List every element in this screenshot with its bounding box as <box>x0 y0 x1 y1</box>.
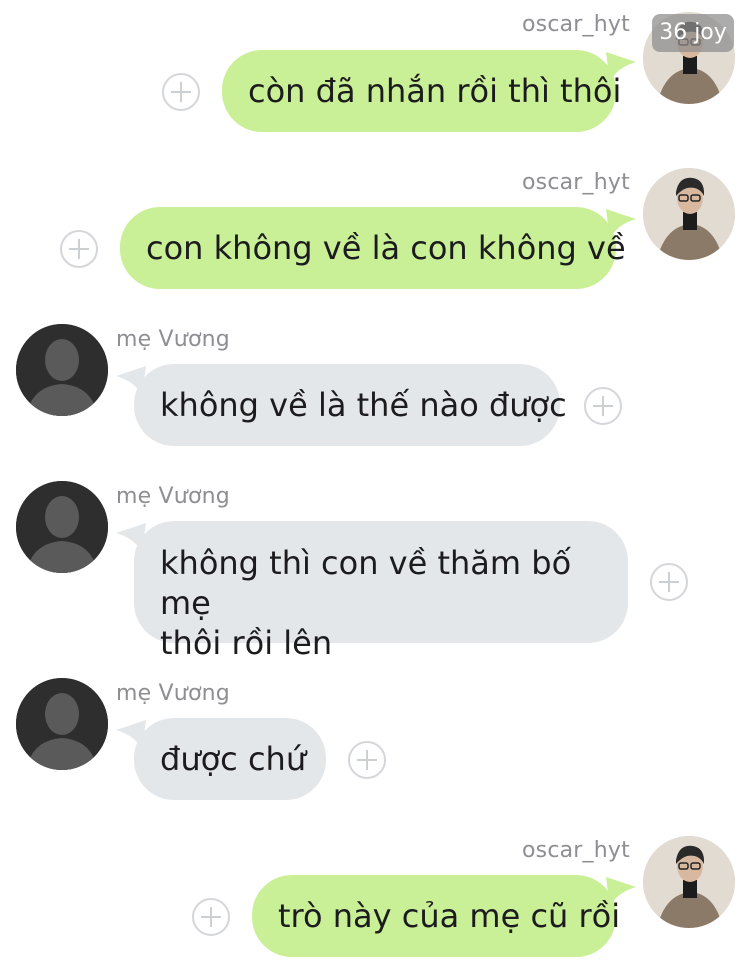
message-bubble[interactable]: còn đã nhắn rồi thì thôi <box>222 50 621 132</box>
default-avatar-icon <box>16 678 108 770</box>
bubble-tail <box>606 209 636 239</box>
message-bubble[interactable]: không thì con về thăm bố mẹ thôi rồi lên <box>134 521 628 662</box>
message-line: không thì con về thăm bố mẹ <box>160 544 572 622</box>
default-avatar-icon <box>16 324 108 416</box>
add-reaction-icon[interactable] <box>192 898 230 936</box>
person-photo-icon <box>643 836 735 928</box>
bubble-tail <box>606 52 636 82</box>
message-line: thôi rồi lên <box>160 624 333 662</box>
add-reaction-icon[interactable] <box>650 563 688 601</box>
add-reaction-icon[interactable] <box>348 741 386 779</box>
message-bubble[interactable]: được chứ <box>134 718 326 800</box>
person-photo-icon <box>643 168 735 260</box>
message-bubble[interactable]: không về là thế nào được <box>134 364 567 446</box>
avatar[interactable] <box>16 481 108 573</box>
avatar[interactable] <box>643 836 735 928</box>
default-avatar-icon <box>16 481 108 573</box>
sender-name: oscar_hyt <box>522 12 630 37</box>
message-bubble[interactable]: trò này của mẹ cũ rồi <box>252 875 620 957</box>
add-reaction-icon[interactable] <box>162 73 200 111</box>
sender-name: oscar_hyt <box>522 838 630 863</box>
bubble-tail <box>606 877 636 907</box>
sender-name: oscar_hyt <box>522 170 630 195</box>
sender-name: mẹ Vương <box>116 484 230 509</box>
message-bubble[interactable]: con không về là con không về <box>120 207 626 289</box>
overlay-badge: 36 joy <box>652 14 734 52</box>
sender-name: mẹ Vương <box>116 681 230 706</box>
avatar[interactable] <box>16 678 108 770</box>
sender-name: mẹ Vương <box>116 327 230 352</box>
add-reaction-icon[interactable] <box>60 230 98 268</box>
avatar[interactable] <box>643 168 735 260</box>
add-reaction-icon[interactable] <box>584 387 622 425</box>
avatar[interactable] <box>16 324 108 416</box>
